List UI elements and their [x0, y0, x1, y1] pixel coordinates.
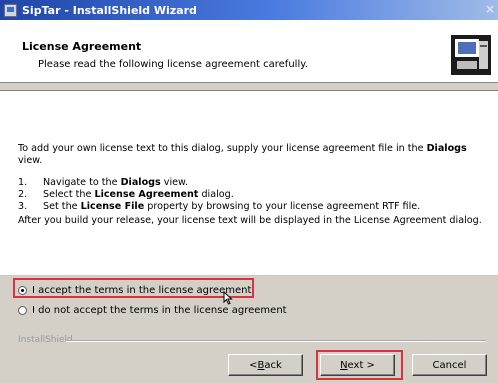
step-text-after: dialog. [198, 189, 234, 200]
page-subtitle: Please read the following license agreem… [38, 59, 308, 70]
decline-label[interactable]: I do not accept the terms in the license… [32, 305, 287, 316]
step-text-bold: License Agreement [94, 189, 199, 200]
list-item: 3. Set the License File property by brow… [18, 201, 488, 213]
installer-app-icon [4, 3, 17, 17]
outro-paragraph: After you build your release, your licen… [18, 215, 482, 226]
decline-radio-option[interactable]: I do not accept the terms in the license… [18, 302, 287, 318]
step-text-after: property by browsing to your license agr… [144, 201, 421, 212]
back-button-prefix: < [249, 359, 258, 371]
intro-paragraph: To add your own license text to this dia… [18, 143, 486, 167]
back-button[interactable]: < Back [228, 354, 303, 376]
step-text-before: Select the [43, 189, 95, 200]
step-text-bold: License File [80, 201, 145, 212]
intro-text: To add your own license text to this dia… [18, 143, 427, 154]
list-item: 2. Select the License Agreement dialog. [18, 189, 488, 201]
installer-window: SipTar - InstallShield Wizard × License … [0, 0, 498, 383]
step-number: 1. [18, 177, 28, 188]
title-bar[interactable]: SipTar - InstallShield Wizard × [0, 0, 498, 20]
license-text-area[interactable]: To add your own license text to this dia… [0, 90, 498, 276]
step-text-bold: Dialogs [120, 177, 161, 188]
window-title: SipTar - InstallShield Wizard [22, 3, 197, 17]
intro-text-end: view. [18, 155, 43, 166]
wizard-header: License Agreement Please read the follow… [0, 20, 498, 83]
step-text: Navigate to the Dialogs view. [43, 177, 188, 189]
accept-highlight-box [13, 278, 254, 298]
steps-list: 1. Navigate to the Dialogs view. 2. Sele… [18, 177, 488, 213]
step-number: 2. [18, 189, 28, 200]
back-button-label: ack [264, 359, 282, 371]
step-text-before: Set the [43, 201, 81, 212]
footer-divider [66, 340, 486, 342]
mouse-cursor-icon [223, 291, 233, 305]
step-text-after: view. [160, 177, 189, 188]
step-text-before: Navigate to the [43, 177, 121, 188]
page-title: License Agreement [22, 40, 142, 53]
back-button-accel: B [257, 359, 265, 371]
close-icon[interactable]: × [485, 2, 495, 16]
cancel-button[interactable]: Cancel [412, 354, 487, 376]
step-number: 3. [18, 201, 28, 212]
intro-bold: Dialogs [426, 143, 467, 154]
step-text: Set the License File property by browsin… [43, 201, 420, 213]
computer-box-icon [451, 35, 491, 75]
list-item: 1. Navigate to the Dialogs view. [18, 177, 488, 189]
decline-radio-button[interactable] [18, 305, 27, 315]
next-highlight-box [316, 350, 403, 380]
step-text: Select the License Agreement dialog. [43, 189, 234, 201]
brand-label: InstallShield [18, 335, 73, 345]
